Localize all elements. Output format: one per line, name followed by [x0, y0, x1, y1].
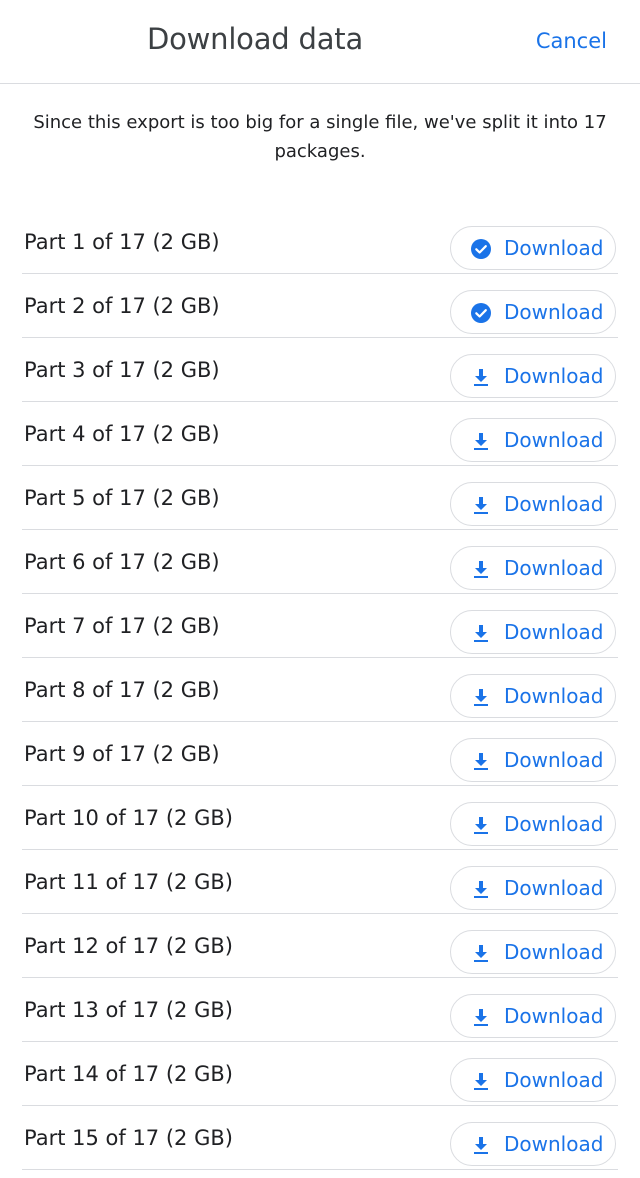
list-item: Part 5 of 17 (2 GB) Download	[22, 466, 618, 530]
download-button-label: Download	[504, 1068, 604, 1092]
download-icon	[470, 942, 492, 964]
download-button-label: Download	[504, 876, 604, 900]
download-button[interactable]: Download	[450, 866, 616, 910]
list-item: Part 13 of 17 (2 GB) Download	[22, 978, 618, 1042]
download-button[interactable]: Download	[450, 418, 616, 462]
part-label: Part 7 of 17 (2 GB)	[24, 614, 220, 638]
download-button-label: Download	[504, 236, 604, 260]
part-label: Part 10 of 17 (2 GB)	[24, 806, 233, 830]
check-circle-icon	[470, 302, 492, 324]
download-icon	[470, 558, 492, 580]
download-button[interactable]: Download	[450, 482, 616, 526]
download-icon	[470, 814, 492, 836]
download-icon	[470, 622, 492, 644]
part-label: Part 3 of 17 (2 GB)	[24, 358, 220, 382]
download-button-label: Download	[504, 1132, 604, 1156]
part-label: Part 1 of 17 (2 GB)	[24, 230, 220, 254]
parts-list: Part 1 of 17 (2 GB) Download Part 2 of 17 …	[22, 210, 618, 1170]
download-button[interactable]: Download	[450, 610, 616, 654]
download-icon	[470, 1006, 492, 1028]
part-label: Part 11 of 17 (2 GB)	[24, 870, 233, 894]
download-button[interactable]: Download	[450, 290, 616, 334]
download-button[interactable]: Download	[450, 354, 616, 398]
download-button-label: Download	[504, 684, 604, 708]
download-button[interactable]: Download	[450, 802, 616, 846]
download-button-label: Download	[504, 620, 604, 644]
download-icon	[470, 1070, 492, 1092]
download-button-label: Download	[504, 364, 604, 388]
list-item: Part 15 of 17 (2 GB) Download	[22, 1106, 618, 1170]
download-button[interactable]: Download	[450, 738, 616, 782]
list-item: Part 8 of 17 (2 GB) Download	[22, 658, 618, 722]
check-circle-icon	[470, 238, 492, 260]
download-button[interactable]: Download	[450, 1122, 616, 1166]
part-label: Part 14 of 17 (2 GB)	[24, 1062, 233, 1086]
download-icon	[470, 686, 492, 708]
download-button-label: Download	[504, 812, 604, 836]
list-item: Part 2 of 17 (2 GB) Download	[22, 274, 618, 338]
download-button-label: Download	[504, 300, 604, 324]
download-button-label: Download	[504, 940, 604, 964]
list-item: Part 3 of 17 (2 GB) Download	[22, 338, 618, 402]
download-button-label: Download	[504, 492, 604, 516]
download-button-label: Download	[504, 556, 604, 580]
download-icon	[470, 750, 492, 772]
download-button[interactable]: Download	[450, 546, 616, 590]
download-icon	[470, 878, 492, 900]
list-item: Part 11 of 17 (2 GB) Download	[22, 850, 618, 914]
list-item: Part 9 of 17 (2 GB) Download	[22, 722, 618, 786]
download-icon	[470, 1134, 492, 1156]
part-label: Part 8 of 17 (2 GB)	[24, 678, 220, 702]
download-button-label: Download	[504, 748, 604, 772]
list-item: Part 6 of 17 (2 GB) Download	[22, 530, 618, 594]
list-item: Part 10 of 17 (2 GB) Download	[22, 786, 618, 850]
dialog-header: Download data Cancel	[0, 0, 640, 84]
part-label: Part 13 of 17 (2 GB)	[24, 998, 233, 1022]
download-button[interactable]: Download	[450, 994, 616, 1038]
download-button[interactable]: Download	[450, 1058, 616, 1102]
split-notice: Since this export is too big for a singl…	[33, 112, 607, 162]
part-label: Part 6 of 17 (2 GB)	[24, 550, 220, 574]
part-label: Part 4 of 17 (2 GB)	[24, 422, 220, 446]
download-button[interactable]: Download	[450, 674, 616, 718]
part-label: Part 2 of 17 (2 GB)	[24, 294, 220, 318]
part-label: Part 15 of 17 (2 GB)	[24, 1126, 233, 1150]
list-item: Part 4 of 17 (2 GB) Download	[22, 402, 618, 466]
download-button-label: Download	[504, 1004, 604, 1028]
part-label: Part 9 of 17 (2 GB)	[24, 742, 220, 766]
cancel-button[interactable]: Cancel	[536, 29, 607, 53]
page-title: Download data	[146, 22, 364, 56]
list-item: Part 7 of 17 (2 GB) Download	[22, 594, 618, 658]
download-icon	[470, 430, 492, 452]
part-label: Part 12 of 17 (2 GB)	[24, 934, 233, 958]
download-button[interactable]: Download	[450, 226, 616, 270]
list-item: Part 12 of 17 (2 GB) Download	[22, 914, 618, 978]
list-item: Part 14 of 17 (2 GB) Download	[22, 1042, 618, 1106]
download-icon	[470, 494, 492, 516]
download-icon	[470, 366, 492, 388]
download-button-label: Download	[504, 428, 604, 452]
download-button[interactable]: Download	[450, 930, 616, 974]
list-item: Part 1 of 17 (2 GB) Download	[22, 210, 618, 274]
part-label: Part 5 of 17 (2 GB)	[24, 486, 220, 510]
